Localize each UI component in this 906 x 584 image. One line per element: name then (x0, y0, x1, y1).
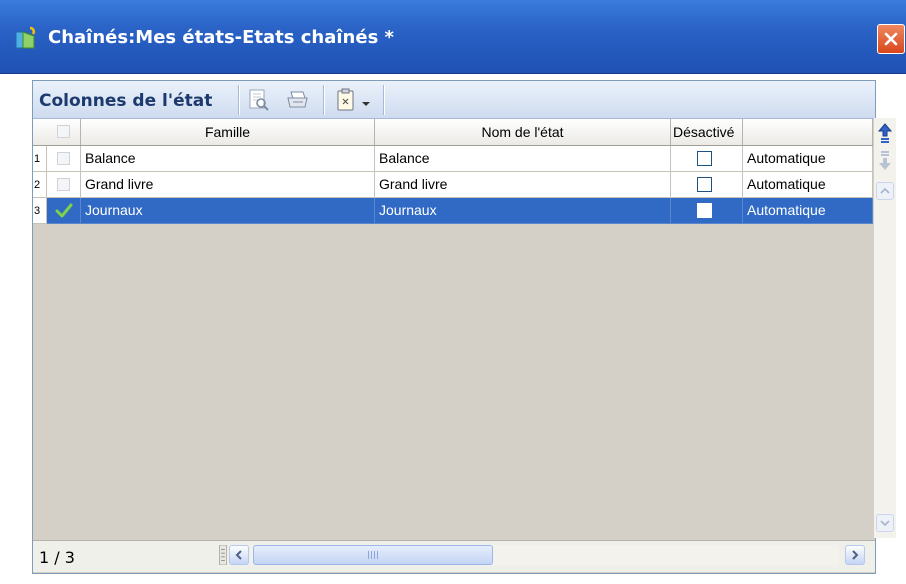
status-bar: 1 / 3 (33, 540, 875, 572)
cell-mode[interactable]: Automatique (743, 172, 873, 198)
row-checkbox[interactable] (57, 152, 70, 165)
window-title: Chaînés:Mes états-Etats chaînés * (48, 27, 394, 48)
desactive-checkbox[interactable] (697, 151, 712, 166)
scroll-right-icon (852, 550, 859, 560)
desactive-checkbox[interactable] (697, 203, 712, 218)
column-header-nom-etat[interactable]: Nom de l'état (375, 119, 671, 145)
checkmark-icon[interactable] (55, 202, 73, 220)
desactive-checkbox[interactable] (697, 177, 712, 192)
grid-header: Famille Nom de l'état Désactivé (33, 119, 875, 146)
table-row[interactable]: 1 Balance Balance Automatique (33, 146, 875, 172)
scroll-down-icon (880, 520, 890, 527)
move-down-icon[interactable] (877, 150, 893, 172)
title-bar[interactable]: Chaînés:Mes états-Etats chaînés * (0, 0, 906, 74)
cell-famille[interactable]: Grand livre (81, 172, 375, 198)
scroll-down-button[interactable] (876, 514, 894, 532)
row-check-cell[interactable] (47, 198, 81, 224)
cell-nom-etat[interactable]: Balance (375, 146, 671, 172)
record-counter: 1 / 3 (39, 548, 75, 567)
row-checkbox[interactable] (57, 178, 70, 191)
table-row-selected[interactable]: 3 Journaux Journaux Automatique (33, 198, 875, 224)
row-number: 2 (33, 172, 47, 198)
thumb-grip (374, 551, 375, 559)
scroll-up-button[interactable] (876, 182, 894, 200)
scroll-up-icon (880, 187, 890, 194)
thumb-grip (371, 551, 372, 559)
dropdown-arrow-icon[interactable] (360, 88, 372, 112)
header-select-all[interactable] (47, 119, 81, 145)
cell-nom-etat[interactable]: Journaux (375, 198, 671, 224)
select-all-checkbox[interactable] (57, 125, 70, 138)
thumb-grip (377, 551, 378, 559)
clipboard-icon[interactable] (335, 88, 357, 112)
row-number: 3 (33, 198, 47, 224)
toolbar-separator (238, 85, 240, 115)
toolbar-separator (323, 85, 325, 115)
states-grid[interactable]: Famille Nom de l'état Désactivé 1 Balanc… (33, 119, 875, 539)
panel-header: Colonnes de l'état (33, 81, 875, 119)
cell-mode[interactable]: Automatique (743, 146, 873, 172)
toolbar-separator (383, 85, 385, 115)
scroll-left-button[interactable] (229, 545, 249, 565)
preview-icon[interactable] (247, 88, 271, 112)
cell-famille[interactable]: Journaux (81, 198, 375, 224)
cell-desactive[interactable] (671, 146, 743, 172)
column-header-mode[interactable] (743, 119, 873, 145)
print-icon[interactable] (285, 88, 311, 112)
vertical-scrollbar[interactable] (874, 118, 896, 538)
cell-desactive[interactable] (671, 172, 743, 198)
cell-famille[interactable]: Balance (81, 146, 375, 172)
splitter-handle[interactable] (219, 545, 227, 565)
horizontal-scroll-thumb[interactable] (253, 545, 493, 565)
cell-mode[interactable]: Automatique (743, 198, 873, 224)
table-row[interactable]: 2 Grand livre Grand livre Automatique (33, 172, 875, 198)
column-header-desactive[interactable]: Désactivé (671, 119, 743, 145)
scroll-left-icon (235, 550, 242, 560)
report-chain-icon (15, 26, 36, 49)
close-icon (884, 32, 898, 46)
close-button[interactable] (877, 24, 905, 54)
column-header-famille[interactable]: Famille (81, 119, 375, 145)
cell-nom-etat[interactable]: Grand livre (375, 172, 671, 198)
cell-desactive[interactable] (671, 198, 743, 224)
thumb-grip (368, 551, 369, 559)
move-up-icon[interactable] (877, 122, 893, 144)
row-number: 1 (33, 146, 47, 172)
panel-title: Colonnes de l'état (39, 91, 213, 111)
row-check-cell[interactable] (47, 172, 81, 198)
scroll-right-button[interactable] (845, 545, 865, 565)
row-check-cell[interactable] (47, 146, 81, 172)
columns-panel: Colonnes de l'état Famille Nom de l'état… (32, 80, 876, 574)
